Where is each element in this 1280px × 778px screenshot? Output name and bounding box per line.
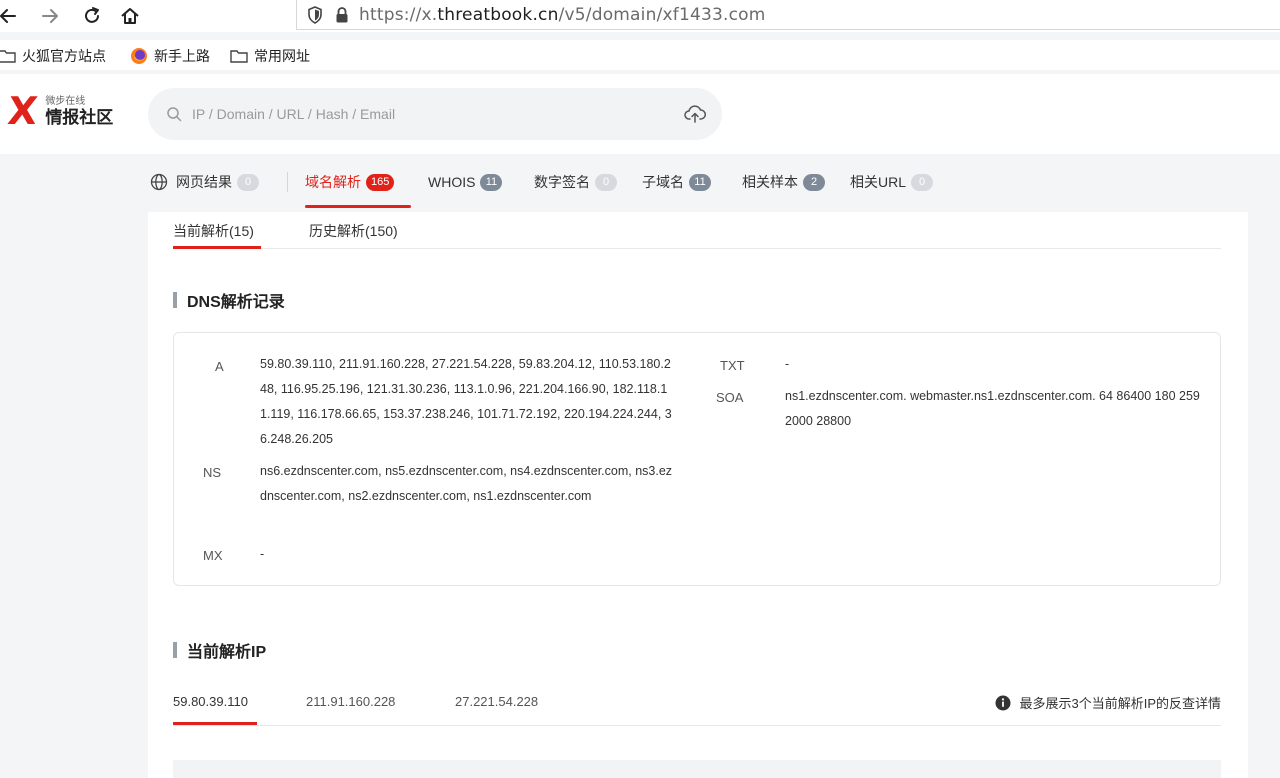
record-value-txt: - xyxy=(785,357,790,371)
ip-detail-panel xyxy=(173,760,1221,778)
shield-icon[interactable] xyxy=(307,5,323,24)
bookmark-label: 新手上路 xyxy=(154,48,210,64)
record-value-a: 59.80.39.110, 211.91.160.228, 27.221.54.… xyxy=(260,357,672,446)
forward-arrow-icon xyxy=(42,9,58,23)
subtab-current-resolution[interactable]: 当前解析(15) xyxy=(173,221,254,241)
active-tab-indicator xyxy=(305,205,411,208)
bookmarks-bar: 火狐官方站点 新手上路 常用网址 xyxy=(0,40,1280,70)
upload-cloud-icon[interactable] xyxy=(684,104,706,124)
site-logo[interactable]: X 微步在线 情报社区 xyxy=(5,89,114,133)
back-arrow-icon xyxy=(0,9,16,23)
tab-label: WHOIS xyxy=(428,174,476,190)
current-ip-tabs: 59.80.39.110 211.91.160.228 27.221.54.22… xyxy=(173,682,1221,726)
ip-tab[interactable]: 211.91.160.228 xyxy=(306,694,395,709)
record-key-soa: SOA xyxy=(716,390,744,405)
folder-icon xyxy=(230,48,248,64)
logo-title: 情报社区 xyxy=(45,107,114,127)
resolution-subtabs: 当前解析(15) 历史解析(150) xyxy=(173,212,1221,249)
url-bar[interactable]: https://x.threatbook.cn/v5/domain/xf1433… xyxy=(296,0,1280,30)
logo-mark: X xyxy=(5,89,40,133)
search-input[interactable] xyxy=(192,106,652,122)
current-ip-section-title: 当前解析IP xyxy=(173,638,266,662)
active-ip-tab-indicator xyxy=(173,722,257,725)
tab-label: 数字签名 xyxy=(534,174,590,190)
reload-icon xyxy=(85,7,99,23)
back-button[interactable] xyxy=(0,2,22,30)
tab-divider xyxy=(287,172,288,192)
bookmark-label: 常用网址 xyxy=(254,48,310,64)
browser-toolbar: https://x.threatbook.cn/v5/domain/xf1433… xyxy=(0,0,1280,32)
logo-subtitle: 微步在线 xyxy=(45,95,86,107)
record-key-a: A xyxy=(215,359,224,374)
tab-count-badge: 0 xyxy=(911,173,934,191)
record-value-ns: ns6.ezdnscenter.com, ns5.ezdnscenter.com… xyxy=(260,464,673,503)
tab-label: 相关样本 xyxy=(742,174,798,190)
tab-label: 域名解析 xyxy=(305,174,361,190)
record-value-soa: ns1.ezdnscenter.com. webmaster.ns1.ezdns… xyxy=(785,389,1200,428)
lock-icon[interactable] xyxy=(335,6,349,24)
dns-records-card: A 59.80.39.110, 211.91.160.228, 27.221.5… xyxy=(173,332,1221,586)
tab-count-badge: 11 xyxy=(689,173,711,191)
tab-related-urls[interactable]: 相关URL 0 xyxy=(850,154,934,210)
section-title-bar xyxy=(173,642,177,658)
firefox-icon xyxy=(130,47,148,65)
tab-count-badge: 165 xyxy=(366,173,395,191)
site-header: X 微步在线 情报社区 xyxy=(0,74,1280,154)
section-title-text: DNS解析记录 xyxy=(187,294,285,311)
ip-limit-note-text: 最多展示3个当前解析IP的反查详情 xyxy=(1019,696,1221,711)
tab-dns-resolution[interactable]: 域名解析 165 xyxy=(305,154,395,210)
tab-digital-signature[interactable]: 数字签名 0 xyxy=(534,154,617,210)
folder-icon xyxy=(0,48,16,64)
search-box xyxy=(148,88,722,140)
reload-button[interactable] xyxy=(78,2,106,30)
record-value-mx: - xyxy=(260,547,265,561)
result-tabs: 网页结果 0 域名解析 165 WHOIS 11 数字签名 0 子域名 11 相… xyxy=(0,154,1280,212)
home-button[interactable] xyxy=(116,2,144,30)
dns-section-title: DNS解析记录 xyxy=(173,288,285,312)
tab-web-results[interactable]: 网页结果 0 xyxy=(150,154,259,210)
tab-label: 相关URL xyxy=(850,174,907,190)
main-panel: 当前解析(15) 历史解析(150) DNS解析记录 A 59.80.39.11… xyxy=(148,212,1248,778)
search-icon xyxy=(166,106,182,122)
record-key-mx: MX xyxy=(203,548,223,563)
globe-icon xyxy=(150,173,168,191)
info-icon xyxy=(995,695,1011,711)
tab-whois[interactable]: WHOIS 11 xyxy=(428,154,503,210)
tab-count-badge: 11 xyxy=(480,173,503,191)
forward-button[interactable] xyxy=(36,2,64,30)
tab-count-badge: 0 xyxy=(595,173,617,191)
bookmark-item[interactable]: 新手上路 xyxy=(130,46,210,66)
section-title-text: 当前解析IP xyxy=(187,644,267,661)
url-text[interactable]: https://x.threatbook.cn/v5/domain/xf1433… xyxy=(359,5,766,25)
bookmark-label: 火狐官方站点 xyxy=(22,48,106,64)
tab-label: 子域名 xyxy=(642,174,684,190)
tab-subdomains[interactable]: 子域名 11 xyxy=(642,154,711,210)
tab-related-samples[interactable]: 相关样本 2 xyxy=(742,154,825,210)
tab-count-badge: 0 xyxy=(237,173,259,191)
ip-limit-note: 最多展示3个当前解析IP的反查详情 xyxy=(995,693,1221,712)
record-key-txt: TXT xyxy=(720,358,745,373)
home-icon xyxy=(121,8,139,24)
bookmark-item[interactable]: 常用网址 xyxy=(230,46,310,66)
section-title-bar xyxy=(173,292,177,308)
bookmark-item[interactable]: 火狐官方站点 xyxy=(0,46,106,66)
tab-label: 网页结果 xyxy=(176,174,232,190)
ip-tab[interactable]: 59.80.39.110 xyxy=(173,694,248,709)
subtab-history-resolution[interactable]: 历史解析(150) xyxy=(309,221,398,241)
record-key-ns: NS xyxy=(203,465,222,480)
active-subtab-indicator xyxy=(173,246,261,249)
ip-tab[interactable]: 27.221.54.228 xyxy=(455,694,538,709)
tab-count-badge: 2 xyxy=(803,173,825,191)
